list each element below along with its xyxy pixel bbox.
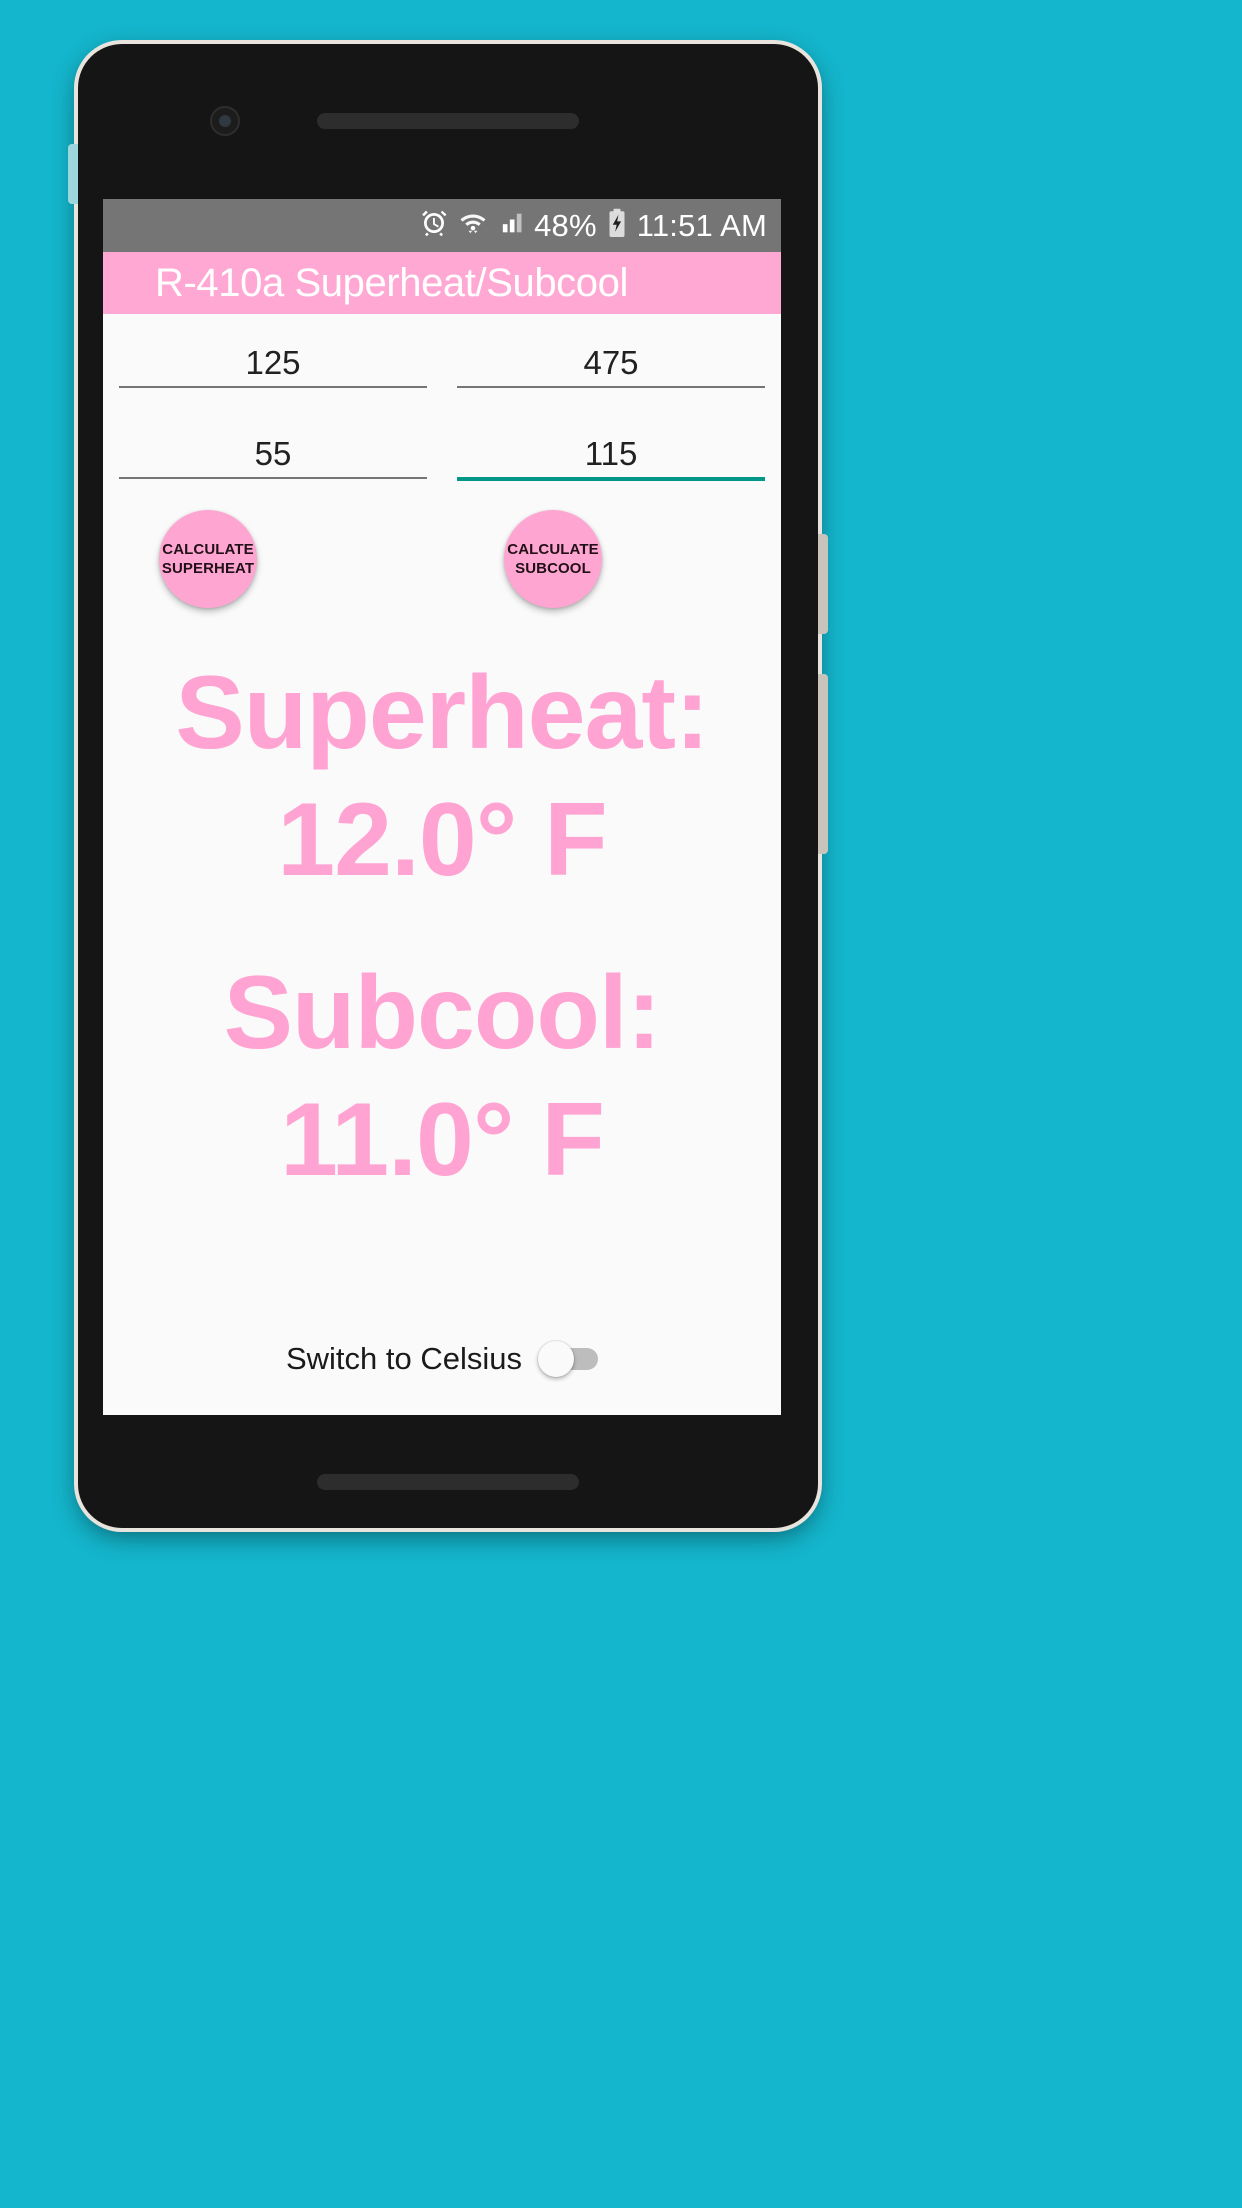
input-row-bottom: 55 115 [103,395,781,488]
superheat-result: Superheat: 12.0° F [103,650,781,904]
calculate-superheat-line1: CALCULATE [162,540,254,558]
calculate-subcool-line1: CALCULATE [507,540,599,558]
unit-switch-row: Switch to Celsius [103,1341,781,1377]
subcool-result-label: Subcool: [223,954,662,1071]
phone-frame: 48% 11:51 AM R-410a Superheat/Subcool 12… [68,44,828,1528]
superheat-result-label: Superheat: [175,655,709,771]
unit-switch-label: Switch to Celsius [285,1341,523,1376]
subcool-result: Subcool: 11.0° F [103,950,781,1204]
battery-charging-icon [606,208,628,243]
signal-icon [497,209,525,242]
liquid-line-temp-underline [457,477,765,481]
liquid-pressure-underline [457,386,765,388]
calculate-subcool-button[interactable]: CALCULATE SUBCOOL [504,510,602,608]
calculate-superheat-button[interactable]: CALCULATE SUPERHEAT [159,510,257,608]
liquid-pressure-field[interactable]: 475 [457,340,765,395]
app-bar: R-410a Superheat/Subcool [103,252,781,314]
suction-line-temp-underline [119,477,427,479]
main-content: 125 475 55 115 CALCULATE SUPERHEAT CALCU… [103,314,781,1415]
suction-pressure-field[interactable]: 125 [119,340,427,395]
liquid-line-temp-field[interactable]: 115 [457,431,765,488]
power-button[interactable] [818,534,828,634]
superheat-button-wrap: CALCULATE SUPERHEAT [125,510,414,608]
subcool-result-value: 11.0° F [280,1081,605,1198]
liquid-pressure-value: 475 [583,344,639,381]
liquid-line-temp-value: 115 [584,435,638,472]
calculate-button-row: CALCULATE SUPERHEAT CALCULATE SUBCOOL [103,488,781,608]
calculate-subcool-line2: SUBCOOL [515,560,591,577]
subcool-button-wrap: CALCULATE SUBCOOL [444,510,759,608]
calculate-superheat-line2: SUPERHEAT [161,560,255,577]
phone-screen: 48% 11:51 AM R-410a Superheat/Subcool 12… [103,199,781,1415]
suction-line-temp-value: 55 [254,435,292,472]
input-row-top: 125 475 [103,314,781,395]
phone-left-rail [68,144,78,204]
superheat-result-value: 12.0° F [277,781,607,898]
suction-pressure-value: 125 [245,344,301,381]
app-title: R-410a Superheat/Subcool [155,260,628,305]
results-area: Superheat: 12.0° F Subcool: 11.0° F [103,608,781,1204]
battery-percent-label: 48% [534,208,597,243]
suction-pressure-underline [119,386,427,388]
wifi-icon [458,208,488,243]
celsius-toggle-knob [538,1341,575,1377]
earpiece-speaker [317,113,579,129]
bottom-speaker [317,1474,579,1490]
front-camera [210,106,240,136]
suction-line-temp-field[interactable]: 55 [119,431,427,488]
status-bar: 48% 11:51 AM [103,199,781,252]
volume-button[interactable] [818,674,828,854]
alarm-icon [419,208,449,243]
clock-label: 11:51 AM [636,208,767,243]
celsius-toggle-switch[interactable] [538,1341,599,1377]
